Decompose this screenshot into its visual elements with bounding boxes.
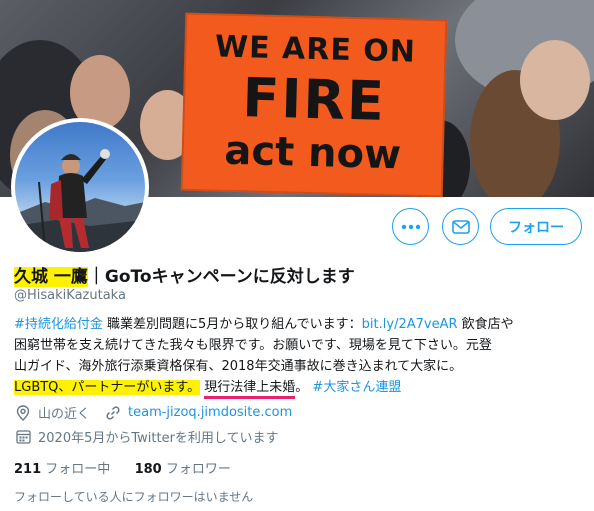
bio-text: 。 (295, 380, 309, 395)
user-handle: @HisakiKazutaka (14, 288, 126, 303)
hashtag-link[interactable]: #大家さん連盟 (312, 380, 401, 395)
followers-label: フォロワー (165, 462, 231, 477)
followers-count: 180 (134, 462, 162, 477)
follow-button[interactable]: フォロー (490, 208, 582, 245)
following-count: 211 (14, 462, 42, 477)
display-name: 久城 一鷹｜GoToキャンペーンに反対します (14, 262, 355, 287)
avatar-photo (15, 122, 145, 252)
bio-text: 山ガイド、海外旅行添乗資格保有、2018年交通事故に巻き込まれて大家に。 (14, 359, 463, 374)
followers-link[interactable]: 180 フォロワー (135, 462, 231, 477)
sign-text-line2: FIRE (241, 66, 387, 133)
sign-text-line1: WE ARE ON (214, 29, 417, 70)
bio-text: 飲食店や (457, 317, 514, 332)
profile-page: WE ARE ON FIRE act now フォロー 久城 一鷹｜GoToキャ… (0, 0, 594, 511)
display-name-highlight: 久城 一鷹 (14, 267, 88, 287)
sign-text-line3: act now (223, 127, 402, 179)
hashtag-link[interactable]: #持続化給付金 (14, 317, 103, 332)
follow-stats: 211 フォロー中 180 フォロワー (14, 458, 231, 477)
link-icon (104, 404, 122, 422)
display-name-rest: ｜GoToキャンペーンに反対します (87, 267, 355, 287)
website-link[interactable]: team-jizoq.jimdosite.com (128, 405, 292, 420)
profile-meta-joined: 2020年5月からTwitterを利用しています (14, 427, 279, 446)
following-label: フォロー中 (45, 462, 111, 477)
avatar-illustration (15, 149, 145, 252)
location-pin-icon (14, 404, 32, 422)
bio-highlight: LGBTQ、パートナーがいます。 (14, 380, 201, 395)
location-text: 山の近く (38, 407, 91, 422)
profile-bio: #持続化給付金 職業差別問題に5月から取り組んでいます：bit.ly/2A7ve… (14, 314, 584, 399)
more-button[interactable] (392, 208, 429, 245)
avatar[interactable] (11, 118, 149, 256)
followers-you-know-note: フォローしている人にフォロワーはいません (14, 490, 254, 504)
bio-text: 職業差別問題に5月から取り組んでいます： (102, 317, 362, 332)
more-icon (401, 224, 420, 229)
protest-sign: WE ARE ON FIRE act now (180, 12, 448, 197)
bio-text: 困窮世帯を支え続けてきた我々も限界です。お願いです、現場を見て下さい。元登 (14, 338, 492, 353)
bio-url-link[interactable]: bit.ly/2A7veAR (362, 317, 458, 332)
bio-underlined-text: 現行法律上未婚 (204, 380, 296, 399)
following-link[interactable]: 211 フォロー中 (14, 462, 110, 477)
profile-meta-location: 山の近く team-jizoq.jimdosite.com (14, 403, 292, 422)
joined-text: 2020年5月からTwitterを利用しています (38, 431, 279, 446)
message-button[interactable] (442, 208, 479, 245)
mail-icon (451, 219, 470, 234)
calendar-icon (14, 428, 32, 446)
